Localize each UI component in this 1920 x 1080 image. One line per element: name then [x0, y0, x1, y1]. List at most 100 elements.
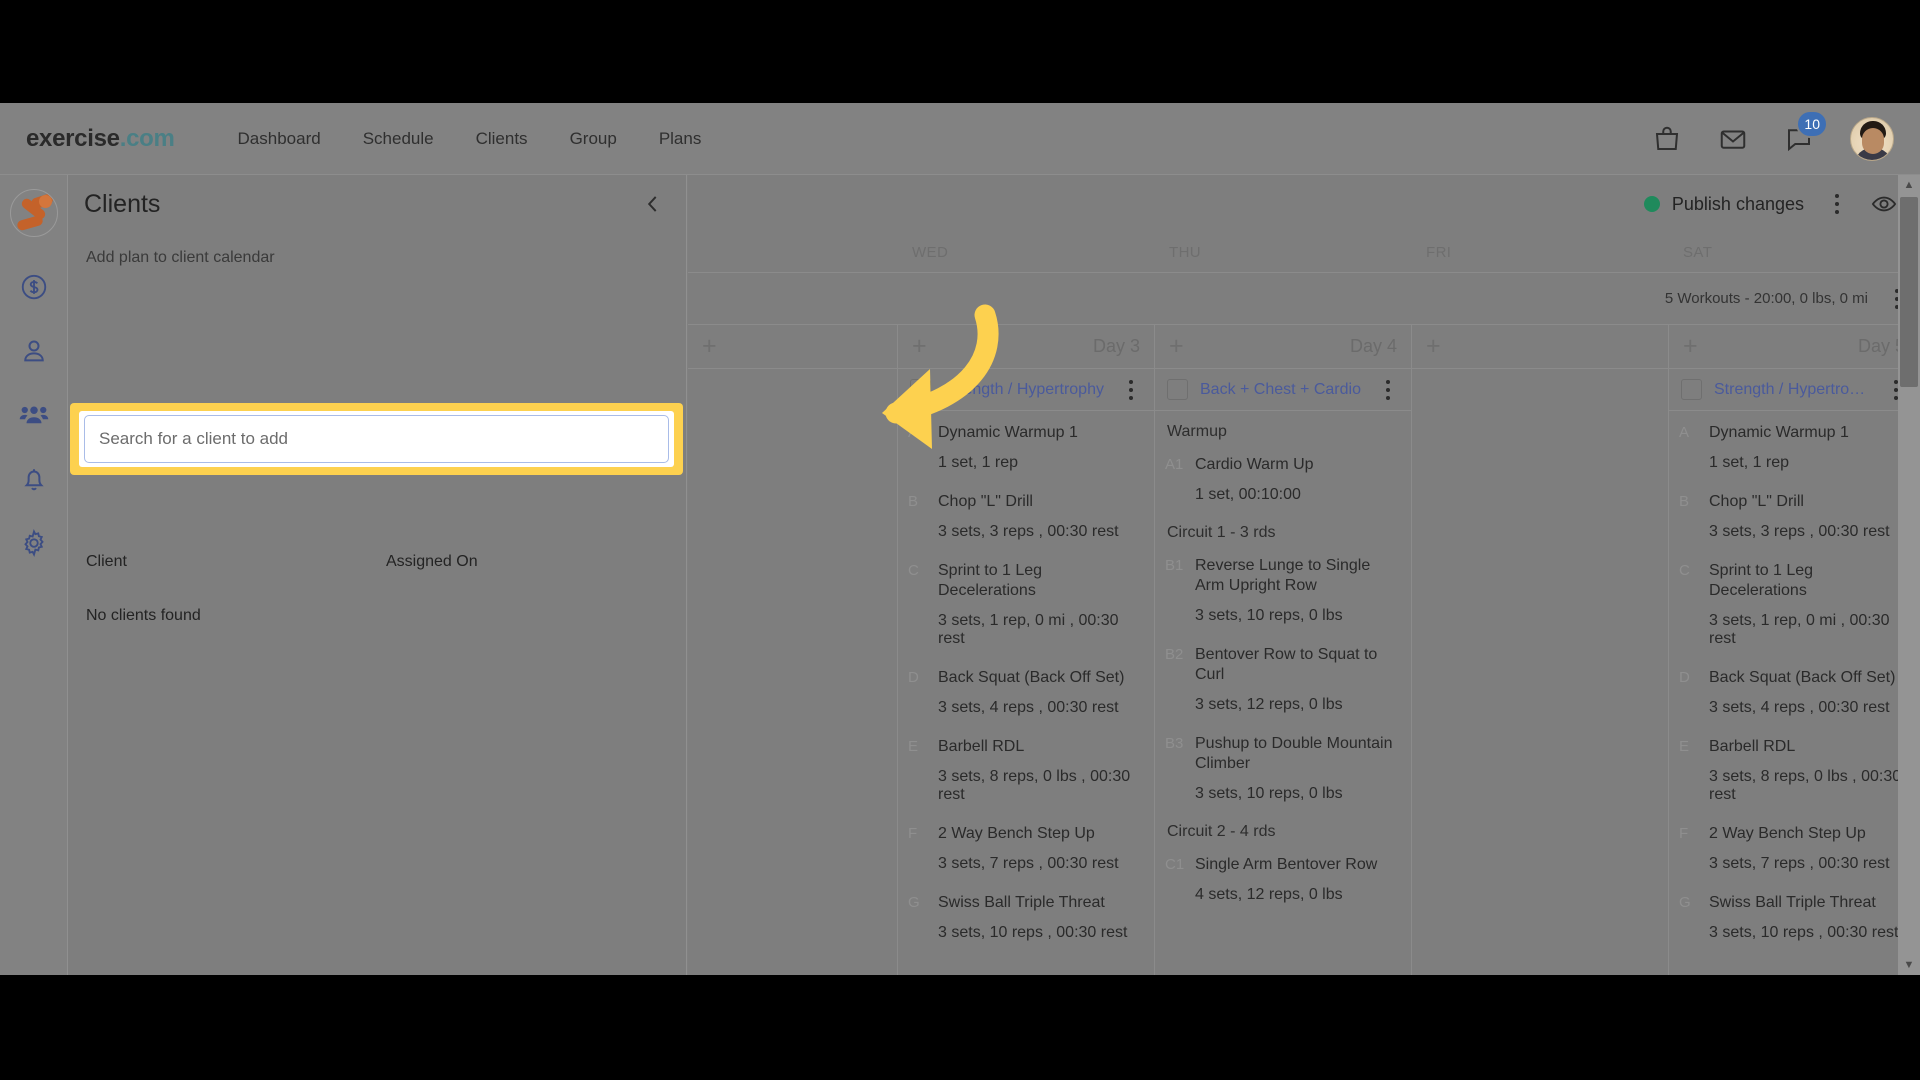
workout-body: Warmup A1 Cardio Warm Up 1 set, 00:10:00 Cir…: [1155, 411, 1411, 904]
main-nav-links: Dashboard Schedule Clients Group Plans: [217, 123, 723, 155]
exercise-info: Sprint to 1 Leg Decelerations 3 sets, 1 r…: [938, 561, 1142, 648]
exercise-row[interactable]: C Sprint to 1 Leg Decelerations 3 sets, 1 …: [908, 561, 1142, 648]
rail-item-group[interactable]: [12, 393, 56, 437]
exercise-row[interactable]: B Chop "L" Drill 3 sets, 3 reps , 00:30 re…: [1679, 492, 1907, 541]
rail-item-person[interactable]: [12, 329, 56, 373]
clients-empty-state: No clients found: [86, 607, 201, 624]
vertical-scrollbar[interactable]: ▲ ▼: [1898, 175, 1920, 975]
exercise-info: Dynamic Warmup 1 1 set, 1 rep: [938, 423, 1142, 472]
day-header-2[interactable]: + Day 4: [1155, 325, 1412, 368]
calendar-more-options-button[interactable]: [1826, 194, 1848, 214]
exercise-row[interactable]: G Swiss Ball Triple Threat 3 sets, 10 reps…: [1679, 893, 1907, 942]
nav-right-icons: 10: [1652, 103, 1894, 175]
day-header-4[interactable]: + Day 5: [1669, 325, 1920, 368]
rail-item-bell[interactable]: [12, 457, 56, 501]
rail-item-gear[interactable]: [12, 521, 56, 565]
workout-more-button[interactable]: [1377, 379, 1399, 400]
mail-icon[interactable]: [1718, 124, 1748, 154]
add-day-button-4[interactable]: +: [1683, 334, 1698, 359]
workout-header: Strength / Hypertrophy: [898, 369, 1154, 411]
exercise-letter: G: [1679, 894, 1691, 911]
exercise-letter: D: [1679, 669, 1690, 686]
add-day-button-2[interactable]: +: [1169, 334, 1184, 359]
app-logo-icon[interactable]: [9, 189, 58, 237]
exercise-row[interactable]: C1 Single Arm Bentover Row 4 sets, 12 reps…: [1165, 855, 1399, 904]
workout-name[interactable]: Strength / Hypertrophy: [943, 381, 1108, 399]
workout-name[interactable]: Strength / Hypertrophy: [1714, 381, 1873, 399]
search-input[interactable]: [84, 415, 669, 463]
day-header-row: + + Day 3 + Day 4 + + Day 5: [688, 325, 1920, 369]
publish-changes-button[interactable]: Publish changes: [1643, 194, 1804, 215]
shopping-bag-icon[interactable]: [1652, 124, 1682, 154]
workout-more-button[interactable]: [1120, 379, 1142, 400]
exercise-name: Single Arm Bentover Row: [1195, 856, 1378, 873]
workout-header: Strength / Hypertrophy: [1669, 369, 1919, 411]
nav-link-dashboard[interactable]: Dashboard: [217, 123, 342, 155]
day-header-1[interactable]: + Day 3: [898, 325, 1155, 368]
day-header-3[interactable]: +: [1412, 325, 1669, 368]
drawer-subtitle: Add plan to client calendar: [86, 249, 275, 266]
exercise-detail: 1 set, 1 rep: [1709, 454, 1790, 471]
exercise-row[interactable]: B2 Bentover Row to Squat to Curl 3 sets, 1…: [1165, 645, 1399, 714]
exercise-letter: B: [908, 493, 919, 510]
brand-logo[interactable]: exercise.com: [26, 125, 175, 153]
add-day-button-0[interactable]: +: [702, 334, 717, 359]
workout-checkbox[interactable]: [910, 379, 931, 400]
week-summary-row: 5 Workouts - 20:00, 0 lbs, 0 mi: [688, 273, 1920, 325]
nav-link-group[interactable]: Group: [549, 123, 638, 155]
workout-checkbox[interactable]: [1167, 379, 1188, 400]
exercise-detail: 3 sets, 8 reps, 0 lbs , 00:30 rest: [938, 768, 1131, 803]
exercise-letter: A: [908, 424, 919, 441]
exercise-info: Back Squat (Back Off Set) 3 sets, 4 reps …: [1709, 668, 1907, 717]
exercise-letter: B: [1679, 493, 1690, 510]
page-title: Clients: [84, 189, 161, 218]
day-header-0[interactable]: +: [688, 325, 898, 368]
exercise-row[interactable]: D Back Squat (Back Off Set) 3 sets, 4 reps…: [908, 668, 1142, 717]
add-day-button-3[interactable]: +: [1426, 334, 1441, 359]
exercise-name: Barbell RDL: [938, 738, 1025, 755]
exercise-row[interactable]: D Back Squat (Back Off Set) 3 sets, 4 reps…: [1679, 668, 1907, 717]
exercise-name: Pushup to Double Mountain Climber: [1195, 735, 1393, 772]
exercise-row[interactable]: G Swiss Ball Triple Threat 3 sets, 10 reps…: [908, 893, 1142, 942]
day-column-0: [688, 369, 898, 975]
exercise-info: Cardio Warm Up 1 set, 00:10:00: [1195, 455, 1399, 504]
chat-icon[interactable]: 10: [1784, 110, 1828, 154]
workout-section-label: Circuit 2 - 4 rds: [1167, 823, 1276, 840]
scroll-up-arrow[interactable]: ▲: [1898, 175, 1920, 195]
exercise-row[interactable]: B Chop "L" Drill 3 sets, 3 reps , 00:30 re…: [908, 492, 1142, 541]
avatar[interactable]: [1850, 117, 1894, 161]
exercise-letter: F: [1679, 825, 1689, 842]
workout-body: A Dynamic Warmup 1 1 set, 1 rep B Chop "L" D…: [1669, 411, 1919, 942]
exercise-row[interactable]: E Barbell RDL 3 sets, 8 reps, 0 lbs , 00:3…: [1679, 737, 1907, 804]
exercise-row[interactable]: A Dynamic Warmup 1 1 set, 1 rep: [908, 423, 1142, 472]
chevron-left-icon[interactable]: [638, 189, 668, 219]
exercise-info: Reverse Lunge to Single Arm Upright Row 3…: [1195, 556, 1399, 625]
add-day-button-1[interactable]: +: [912, 334, 927, 359]
exercise-row[interactable]: C Sprint to 1 Leg Decelerations 3 sets, 1 …: [1679, 561, 1907, 648]
exercise-row[interactable]: B3 Pushup to Double Mountain Climber 3 set…: [1165, 734, 1399, 803]
exercise-detail: 1 set, 00:10:00: [1195, 486, 1301, 503]
nav-link-plans[interactable]: Plans: [638, 123, 723, 155]
scrollbar-thumb[interactable]: [1900, 197, 1918, 387]
exercise-row[interactable]: B1 Reverse Lunge to Single Arm Upright Ro…: [1165, 556, 1399, 625]
exercise-row[interactable]: F 2 Way Bench Step Up 3 sets, 7 reps , 00:…: [1679, 824, 1907, 873]
exercise-row[interactable]: F 2 Way Bench Step Up 3 sets, 7 reps , 00:…: [908, 824, 1142, 873]
exercise-name: Swiss Ball Triple Threat: [1709, 894, 1876, 911]
exercise-row[interactable]: A Dynamic Warmup 1 1 set, 1 rep: [1679, 423, 1907, 472]
workout-name[interactable]: Back + Chest + Cardio: [1200, 381, 1365, 399]
exercise-detail: 3 sets, 10 reps, 0 lbs: [1195, 785, 1343, 802]
weekday-wed: WED: [912, 244, 949, 261]
rail-item-dollar[interactable]: [12, 265, 56, 309]
exercise-info: 2 Way Bench Step Up 3 sets, 7 reps , 00:3…: [1709, 824, 1907, 873]
exercise-row[interactable]: E Barbell RDL 3 sets, 8 reps, 0 lbs , 00:3…: [908, 737, 1142, 804]
exercise-row[interactable]: A1 Cardio Warm Up 1 set, 00:10:00: [1165, 455, 1399, 504]
exercise-detail: 3 sets, 7 reps , 00:30 rest: [1709, 855, 1890, 872]
exercise-info: Bentover Row to Squat to Curl 3 sets, 12 …: [1195, 645, 1399, 714]
nav-link-clients[interactable]: Clients: [455, 123, 549, 155]
scroll-down-arrow[interactable]: ▼: [1898, 955, 1920, 975]
workout-checkbox[interactable]: [1681, 379, 1702, 400]
exercise-detail: 3 sets, 1 rep, 0 mi , 00:30 rest: [1709, 612, 1890, 647]
eye-icon[interactable]: [1870, 190, 1898, 218]
day-label-1: Day 3: [1092, 336, 1140, 356]
nav-link-schedule[interactable]: Schedule: [342, 123, 455, 155]
